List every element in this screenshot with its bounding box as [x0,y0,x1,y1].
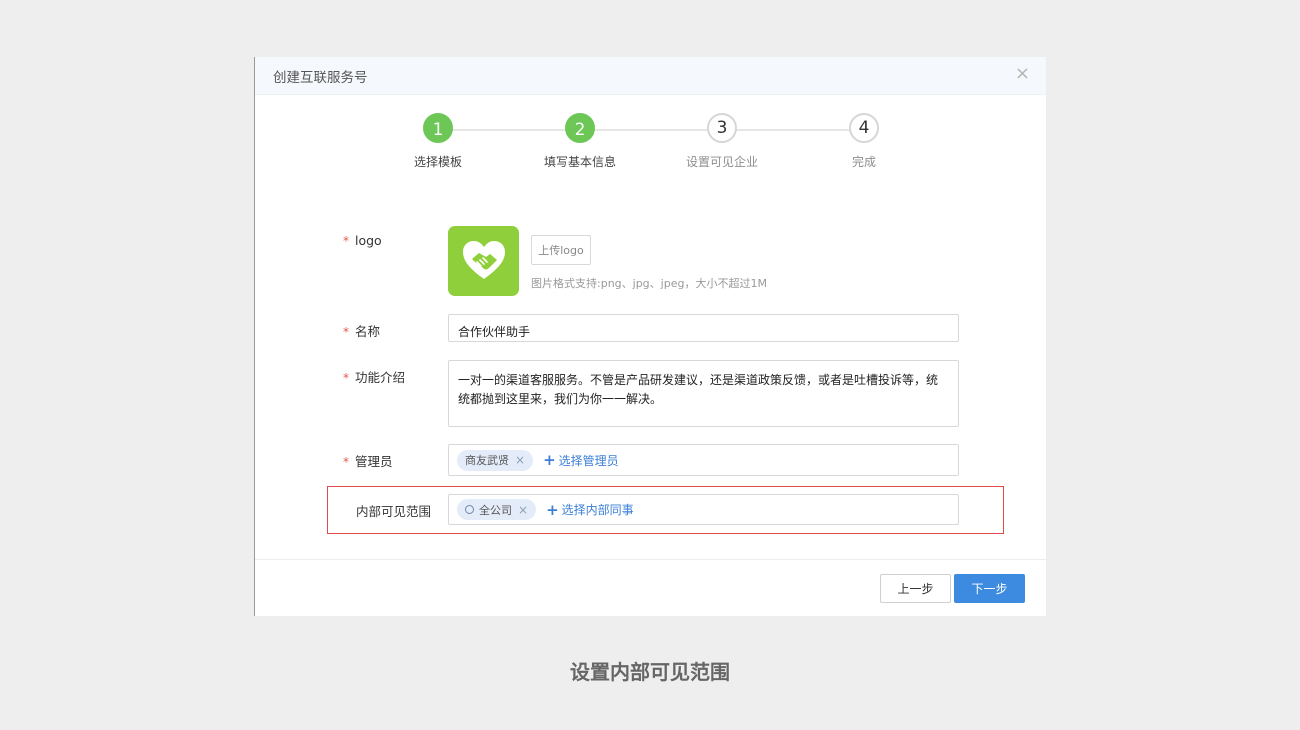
select-admin-link[interactable]: + 选择管理员 [543,451,619,469]
dialog-header: 创建互联服务号 × [255,57,1046,95]
step-number: 4 [849,113,879,143]
name-label: * 名称 [343,324,381,339]
create-service-dialog: 创建互联服务号 × 1 选择模板 2 填写基本信息 3 设置可见企业 4 完成 … [254,57,1046,616]
upload-logo-button[interactable]: 上传logo [531,235,591,265]
required-mark: * [343,234,349,248]
scope-label: 内部可见范围 [356,504,432,519]
step-2: 2 填写基本信息 [520,113,640,170]
scope-selector[interactable]: 全公司 × + 选择内部同事 [448,494,959,525]
page-caption: 设置内部可见范围 [570,660,730,684]
upload-hint: 图片格式支持:png、jpg、jpeg，大小不超过1M [531,277,767,290]
dialog-title: 创建互联服务号 [273,70,368,86]
step-1: 1 选择模板 [378,113,498,170]
admin-selector[interactable]: 商友武贤 × + 选择管理员 [448,444,959,476]
close-icon[interactable]: × [1015,63,1030,85]
intro-textarea[interactable]: 一对一的渠道客服服务。不管是产品研发建议，还是渠道政策反馈，或者是吐槽投诉等，统… [448,360,959,427]
admin-tag: 商友武贤 × [457,449,534,471]
name-input[interactable]: 合作伙伴助手 [448,314,959,342]
step-label: 选择模板 [413,155,462,169]
remove-tag-icon[interactable]: × [515,453,525,467]
admin-label: * 管理员 [343,454,393,469]
step-label: 填写基本信息 [543,155,616,169]
scope-tag: 全公司 × [457,499,537,520]
plus-icon: + [546,500,559,519]
intro-value: 一对一的渠道客服服务。不管是产品研发建议，还是渠道政策反馈，或者是吐槽投诉等，统… [458,373,939,406]
step-progress: 1 选择模板 2 填写基本信息 3 设置可见企业 4 完成 [255,113,1046,177]
dialog-footer: 上一步 下一步 [255,559,1046,617]
previous-step-button[interactable]: 上一步 [880,574,951,603]
required-mark: * [343,455,349,469]
intro-label: * 功能介绍 [343,370,406,385]
remove-tag-icon[interactable]: × [518,503,528,517]
step-3: 3 设置可见企业 [662,113,782,170]
required-mark: * [343,325,349,339]
step-label: 完成 [851,155,876,169]
required-mark: * [343,371,349,385]
service-logo [448,226,519,296]
circle-icon [465,505,474,514]
name-value: 合作伙伴助手 [458,325,531,339]
handshake-heart-icon [462,241,505,279]
step-4: 4 完成 [804,113,924,170]
plus-icon: + [543,451,556,469]
step-label: 设置可见企业 [685,155,758,169]
step-number: 2 [565,113,595,143]
next-step-button[interactable]: 下一步 [954,574,1025,603]
logo-label: * logo [343,233,382,248]
select-colleagues-link[interactable]: + 选择内部同事 [546,501,634,519]
step-number: 1 [423,113,453,143]
step-number: 3 [707,113,737,143]
